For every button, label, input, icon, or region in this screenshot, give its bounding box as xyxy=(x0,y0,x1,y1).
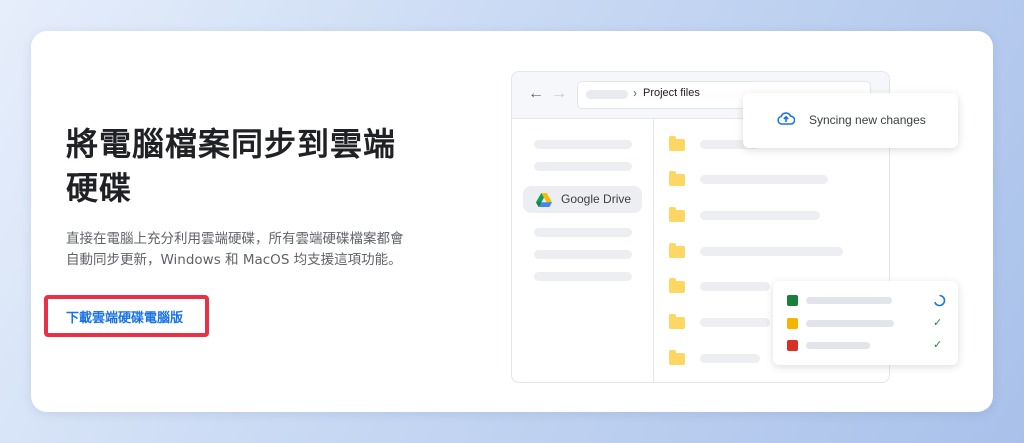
download-drive-desktop-link[interactable]: 下載雲端硬碟電腦版 xyxy=(66,307,183,326)
chevron-right-icon: › xyxy=(633,86,637,100)
page-title: 將電腦檔案同步到雲端硬碟 xyxy=(66,125,397,207)
file-row-skeleton xyxy=(700,282,770,291)
arrow-right-icon: → xyxy=(551,85,567,102)
folder-icon xyxy=(669,314,685,329)
folder-icon xyxy=(669,243,685,258)
sync-status-label: Syncing new changes xyxy=(809,113,926,127)
description-text: 直接在電腦上充分利用雲端硬碟，所有雲端硬碟檔案都會自動同步更新，Windows … xyxy=(66,231,404,268)
sidebar-item-label: Google Drive xyxy=(561,192,632,206)
file-row-skeleton xyxy=(700,175,828,184)
sidebar-skeleton xyxy=(534,162,632,171)
file-name-skeleton xyxy=(806,342,870,349)
check-icon: ✓ xyxy=(933,339,943,351)
file-row-skeleton xyxy=(700,354,760,363)
sidebar-skeleton xyxy=(534,140,632,149)
syncing-spinner-icon xyxy=(934,294,946,307)
google-drive-icon xyxy=(536,193,552,207)
address-placeholder xyxy=(586,90,628,99)
file-row-skeleton xyxy=(700,247,843,256)
arrow-left-icon: ← xyxy=(528,85,544,102)
drive-sidebar: Google Drive xyxy=(512,119,654,382)
sync-status-toast: Syncing new changes xyxy=(743,93,958,148)
folder-icon xyxy=(669,136,685,151)
file-status-card: ✓ ✓ xyxy=(773,281,958,365)
address-path: Project files xyxy=(643,87,700,99)
cloud-sync-icon xyxy=(777,112,795,125)
sidebar-skeleton xyxy=(534,228,632,237)
file-row-skeleton xyxy=(700,318,770,327)
folder-icon xyxy=(669,207,685,222)
sidebar-item-google-drive: Google Drive xyxy=(523,186,642,213)
file-name-skeleton xyxy=(806,320,894,327)
sidebar-skeleton xyxy=(534,272,632,281)
file-row-skeleton xyxy=(700,211,820,220)
slides-icon xyxy=(787,318,798,329)
file-name-skeleton xyxy=(806,297,892,304)
image-icon xyxy=(787,340,798,351)
sheets-icon xyxy=(787,295,798,306)
folder-icon xyxy=(669,171,685,186)
sidebar-skeleton xyxy=(534,250,632,259)
check-icon: ✓ xyxy=(933,317,943,329)
folder-icon xyxy=(669,350,685,365)
folder-icon xyxy=(669,278,685,293)
